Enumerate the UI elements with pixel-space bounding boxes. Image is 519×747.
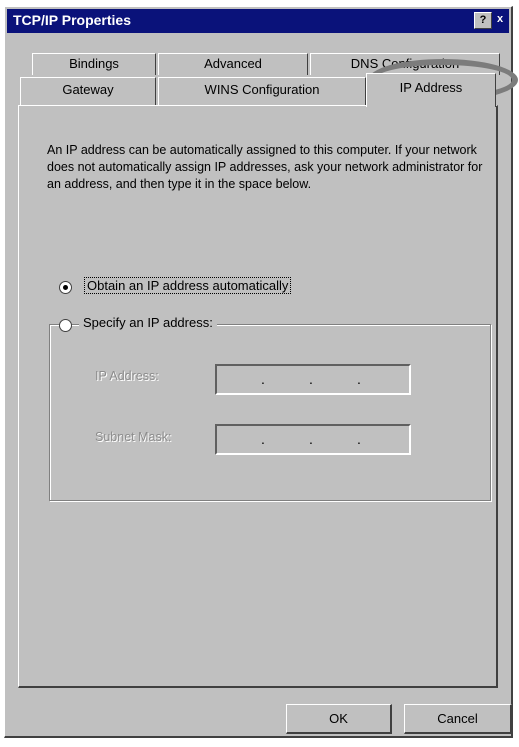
description-text: An IP address can be automatically assig… (47, 143, 483, 191)
ok-button[interactable]: OK (286, 704, 392, 734)
option-specify-label[interactable]: Specify an IP address: (79, 315, 217, 330)
mask-octet-separator: . (261, 431, 265, 447)
title-bar[interactable]: TCP/IP Properties ? x (7, 9, 509, 33)
help-button[interactable]: ? (474, 12, 492, 29)
radio-obtain-automatically[interactable] (59, 281, 72, 294)
mask-octet-separator: . (357, 431, 361, 447)
window-title: TCP/IP Properties (13, 12, 132, 28)
radio-selected-dot (63, 285, 68, 290)
ip-octet-separator: . (357, 371, 361, 387)
specify-ip-group (49, 324, 491, 501)
tab-wins-configuration[interactable]: WINS Configuration (158, 77, 366, 105)
tab-ip-address[interactable]: IP Address (366, 73, 496, 107)
cancel-button[interactable]: Cancel (404, 704, 512, 734)
subnet-mask-field[interactable]: . . . (215, 424, 411, 455)
ip-octet-separator: . (309, 371, 313, 387)
option-auto-label[interactable]: Obtain an IP address automatically (83, 277, 292, 294)
subnet-mask-label: Subnet Mask: (95, 430, 172, 444)
tab-advanced[interactable]: Advanced (158, 53, 308, 75)
close-icon[interactable]: x (492, 12, 508, 27)
ip-address-panel: An IP address can be automatically assig… (18, 105, 498, 688)
radio-specify-ip[interactable] (59, 319, 72, 332)
tab-gateway[interactable]: Gateway (20, 77, 156, 105)
ip-octet-separator: . (261, 371, 265, 387)
tab-bindings[interactable]: Bindings (32, 53, 156, 75)
ip-address-label: IP Address: (95, 369, 159, 383)
mask-octet-separator: . (309, 431, 313, 447)
ip-address-field[interactable]: . . . (215, 364, 411, 395)
